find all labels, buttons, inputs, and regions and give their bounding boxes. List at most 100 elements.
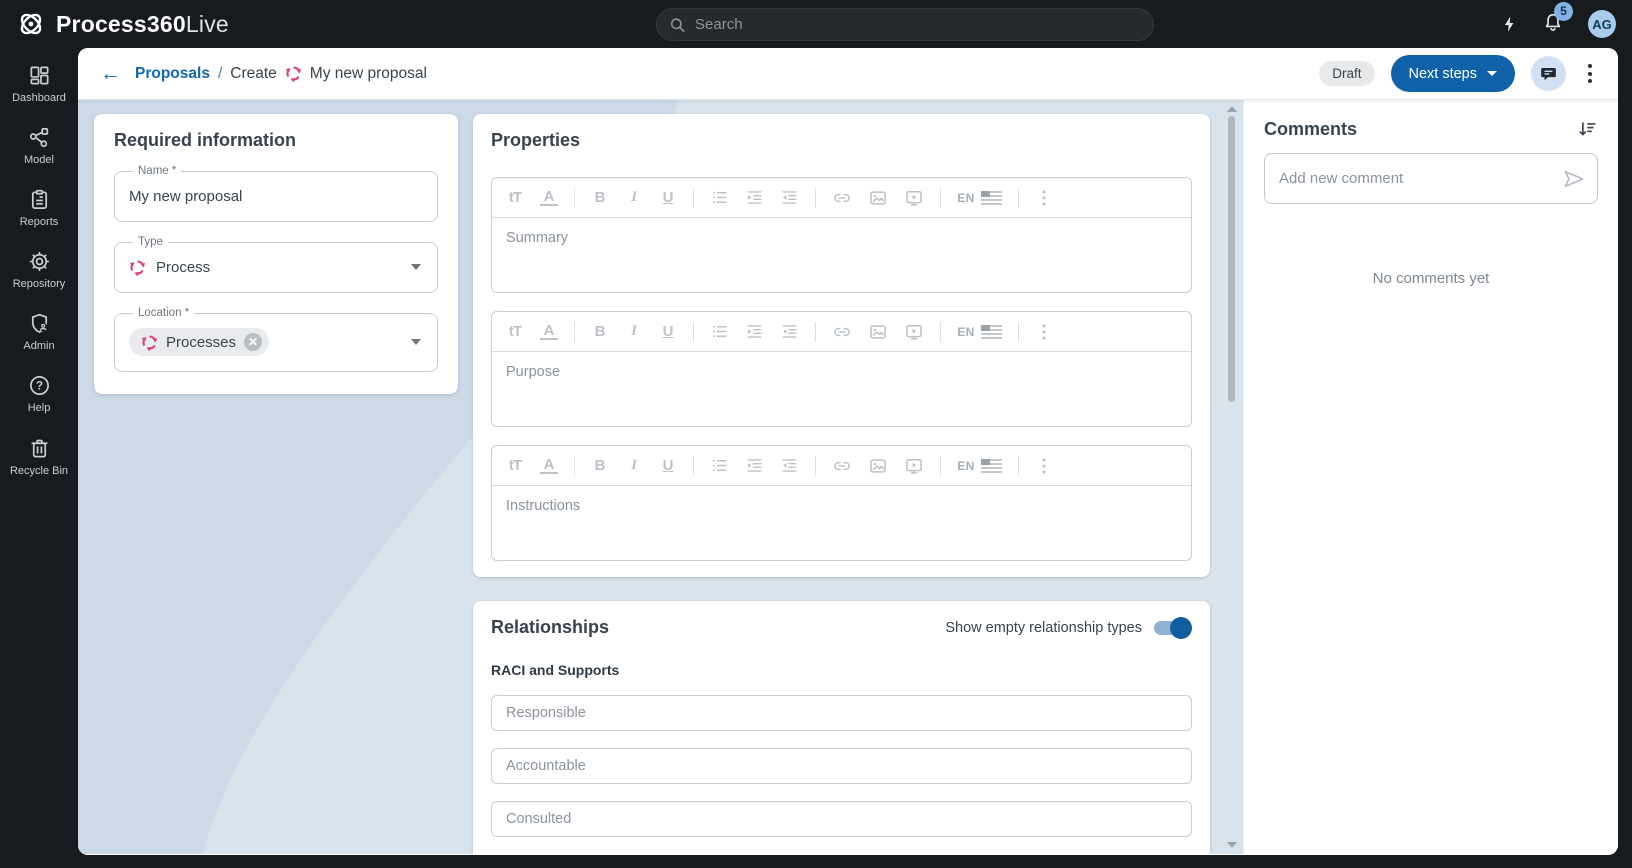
- chevron-down-icon: [411, 339, 421, 345]
- responsible-input[interactable]: [492, 705, 1191, 721]
- link-button[interactable]: [832, 456, 852, 476]
- consulted-field: [491, 801, 1192, 837]
- accountable-input[interactable]: [492, 758, 1191, 774]
- sidebar-item-label: Recycle Bin: [10, 465, 68, 477]
- sidebar-item-recycle-bin[interactable]: Recycle Bin: [0, 433, 78, 481]
- font-color-button[interactable]: A: [540, 189, 558, 207]
- indent-decrease-button[interactable]: [780, 456, 799, 475]
- next-steps-button[interactable]: Next steps: [1391, 55, 1516, 92]
- global-search[interactable]: [656, 8, 1154, 41]
- notification-count-badge: 5: [1554, 2, 1573, 21]
- indent-increase-button[interactable]: [745, 456, 764, 475]
- admin-shield-icon: [28, 312, 51, 335]
- breadcrumb-separator: /: [218, 65, 222, 83]
- sort-comments-button[interactable]: [1576, 118, 1598, 140]
- toolbar-more-button[interactable]: [1035, 323, 1053, 341]
- indent-increase-button[interactable]: [745, 188, 764, 207]
- raci-group-title: RACI and Supports: [491, 662, 1192, 678]
- sidebar-item-reports[interactable]: Reports: [0, 184, 78, 232]
- bold-button[interactable]: B: [591, 189, 609, 206]
- comments-toggle-button[interactable]: [1531, 56, 1566, 91]
- show-empty-relationship-types-toggle[interactable]: [1154, 621, 1188, 635]
- type-select[interactable]: Process: [127, 252, 425, 282]
- insert-video-button[interactable]: [904, 322, 924, 342]
- summary-textarea[interactable]: [492, 218, 1191, 292]
- no-comments-message: No comments yet: [1264, 270, 1598, 287]
- font-color-button[interactable]: A: [540, 457, 558, 475]
- insert-image-button[interactable]: [868, 456, 888, 476]
- gear-icon: [28, 250, 51, 273]
- italic-button[interactable]: I: [625, 323, 643, 340]
- insert-image-button[interactable]: [868, 322, 888, 342]
- add-comment-box: [1264, 153, 1598, 204]
- sort-descending-icon: [1576, 118, 1598, 140]
- app-logo[interactable]: Process360Live: [0, 9, 229, 39]
- underline-button[interactable]: U: [659, 323, 677, 340]
- instructions-textarea[interactable]: [492, 486, 1191, 560]
- bold-button[interactable]: B: [591, 457, 609, 474]
- main-scrollbar: [1226, 102, 1238, 852]
- italic-button[interactable]: I: [625, 457, 643, 474]
- breadcrumb-proposals-link[interactable]: Proposals: [135, 65, 210, 83]
- bullet-list-button[interactable]: [710, 188, 729, 207]
- font-size-button[interactable]: tT: [506, 457, 524, 474]
- indent-decrease-button[interactable]: [780, 188, 799, 207]
- name-input[interactable]: [127, 184, 425, 209]
- more-options-button[interactable]: [1582, 60, 1598, 87]
- insert-video-button[interactable]: [904, 456, 924, 476]
- search-input[interactable]: [695, 16, 1141, 33]
- purpose-textarea[interactable]: [492, 352, 1191, 426]
- comment-icon: [1539, 64, 1558, 83]
- sidebar-item-help[interactable]: ? Help: [0, 370, 78, 418]
- toolbar-more-button[interactable]: [1035, 189, 1053, 207]
- dashboard-icon: [28, 64, 51, 87]
- language-selector[interactable]: EN: [957, 325, 975, 339]
- send-icon[interactable]: [1563, 169, 1585, 189]
- bullet-list-button[interactable]: [710, 456, 729, 475]
- insert-video-button[interactable]: [904, 188, 924, 208]
- insert-image-button[interactable]: [868, 188, 888, 208]
- underline-button[interactable]: U: [659, 189, 677, 206]
- sidebar-item-model[interactable]: Model: [0, 122, 78, 170]
- responsible-field: [491, 695, 1192, 731]
- consulted-input[interactable]: [492, 811, 1191, 827]
- properties-card: Properties tT A B I U: [473, 114, 1210, 577]
- language-selector[interactable]: EN: [957, 191, 975, 205]
- sidebar-item-admin[interactable]: Admin: [0, 308, 78, 356]
- chevron-down-icon: [411, 264, 421, 270]
- notifications-button[interactable]: 5: [1542, 10, 1564, 39]
- bullet-list-button[interactable]: [710, 322, 729, 341]
- lightning-icon[interactable]: [1501, 14, 1518, 34]
- avatar[interactable]: AG: [1588, 10, 1616, 38]
- name-field: Name *: [114, 165, 438, 222]
- indent-decrease-button[interactable]: [780, 322, 799, 341]
- sidebar-item-dashboard[interactable]: Dashboard: [0, 60, 78, 108]
- properties-title: Properties: [491, 130, 1192, 151]
- toolbar-more-button[interactable]: [1035, 457, 1053, 475]
- font-color-button[interactable]: A: [540, 323, 558, 341]
- font-size-button[interactable]: tT: [506, 323, 524, 340]
- required-information-title: Required information: [114, 130, 438, 151]
- link-button[interactable]: [832, 188, 852, 208]
- sidebar-item-repository[interactable]: Repository: [0, 246, 78, 294]
- rich-text-toolbar: tT A B I U: [492, 312, 1191, 352]
- language-selector[interactable]: EN: [957, 459, 975, 473]
- chevron-down-icon: [1487, 71, 1497, 76]
- location-chip-label: Processes: [166, 334, 236, 351]
- font-size-button[interactable]: tT: [506, 189, 524, 206]
- scroll-up-arrow[interactable]: [1227, 106, 1237, 112]
- scroll-down-arrow[interactable]: [1227, 842, 1237, 848]
- model-icon: [28, 126, 51, 149]
- italic-button[interactable]: I: [625, 189, 643, 206]
- location-select[interactable]: Processes ✕: [127, 323, 425, 361]
- add-comment-input[interactable]: [1265, 170, 1563, 187]
- back-button[interactable]: ←: [100, 63, 121, 84]
- link-button[interactable]: [832, 322, 852, 342]
- bold-button[interactable]: B: [591, 323, 609, 340]
- indent-increase-button[interactable]: [745, 322, 764, 341]
- underline-button[interactable]: U: [659, 457, 677, 474]
- chip-remove-icon[interactable]: ✕: [244, 333, 262, 351]
- breadcrumb-current: My new proposal: [310, 65, 427, 83]
- sidebar-item-label: Repository: [13, 278, 66, 290]
- scrollbar-thumb[interactable]: [1228, 116, 1235, 402]
